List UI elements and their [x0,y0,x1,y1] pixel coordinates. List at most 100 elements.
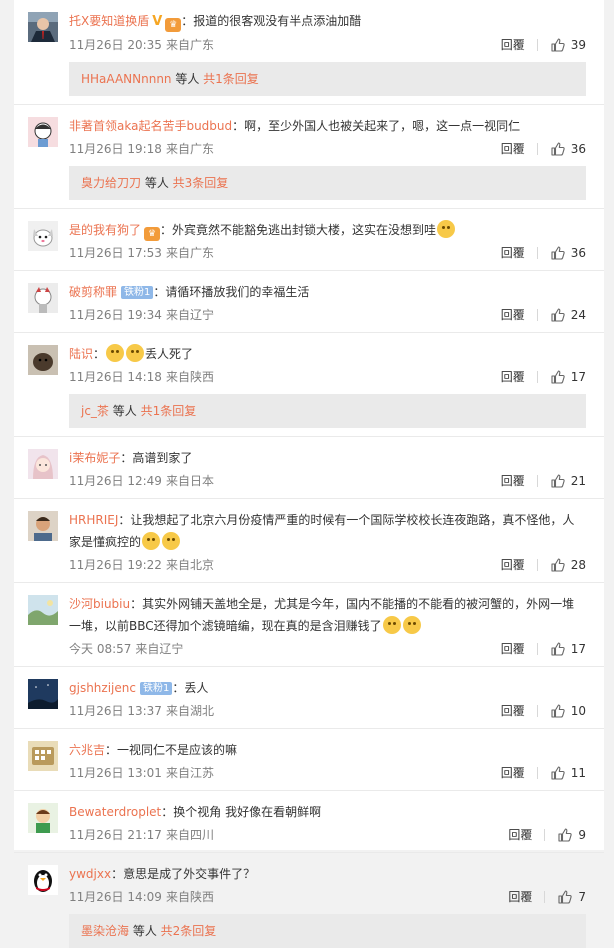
avatar[interactable] [28,345,58,375]
comment-time: 11月26日 21:17 [69,828,162,842]
comment-list: 托X要知道换盾 V ♛ ：报道的很客观没有半点添油加醋 11月26日 20:35 来自广东… [14,0,604,948]
comment-username[interactable]: 沙河biubiu [69,597,130,611]
comment-text: i茉布妮子：高谱到家了 [69,447,586,469]
comment-username[interactable]: 托X要知道换盾 [69,14,149,28]
like-button[interactable]: 24 [550,304,586,326]
avatar[interactable] [28,679,58,709]
action-divider [536,475,538,487]
comment-username[interactable]: Bewaterdroplet [69,805,161,819]
comment-source: 来自日本 [165,474,214,488]
reply-button[interactable]: 回覆 [508,824,532,846]
avatar[interactable] [28,449,58,479]
emoji-icon [402,616,421,634]
thumbs-up-icon [550,141,571,157]
like-button[interactable]: 36 [550,242,586,264]
comment-actions: 回覆 17 [501,366,586,388]
avatar[interactable] [28,865,58,895]
comment-username[interactable]: 破剪称罪 [69,285,117,299]
comment-content: ：啊，至少外国人也被关起来了，嗯，这一点一视同仁 [232,119,521,133]
reply-button[interactable]: 回覆 [501,762,525,784]
avatar[interactable] [28,803,58,833]
comment-meta: 11月26日 19:18 来自广东 回覆 36 [69,138,586,166]
avatar[interactable] [28,12,58,42]
replies-summary[interactable]: HHaAANNnnnn 等人 共1条回复 [69,62,586,96]
like-button[interactable]: 17 [550,638,586,660]
like-button[interactable]: 21 [550,470,586,492]
comment-content: ：请循环播放我们的幸福生活 [153,285,310,299]
like-button[interactable]: 17 [550,366,586,388]
reply-count-link[interactable]: 共3条回复 [173,176,229,190]
emoji-icon [162,532,181,550]
reply-count-link[interactable]: 共1条回复 [141,404,197,418]
thumbs-up-icon [550,765,571,781]
reply-button[interactable]: 回覆 [501,700,525,722]
action-divider [544,891,546,903]
comment-time: 11月26日 13:37 [69,704,162,718]
reply-button[interactable]: 回覆 [501,366,525,388]
replies-summary[interactable]: jc_茶 等人 共1条回复 [69,394,586,428]
reply-count-link[interactable]: 共1条回复 [203,72,259,86]
comment-username[interactable]: i茉布妮子 [69,451,120,465]
comment-meta: 11月26日 17:53 来自广东 回覆 36 [69,242,586,270]
avatar[interactable] [28,595,58,625]
action-divider [536,643,538,655]
replies-summary[interactable]: 墨染沧海 等人 共2条回复 [69,914,586,948]
reply-button[interactable]: 回覆 [508,886,532,908]
comment-source: 来自广东 [165,246,214,260]
action-divider [536,559,538,571]
emoji-icon [437,220,456,238]
comment-item: 托X要知道换盾 V ♛ ：报道的很客观没有半点添油加醋 11月26日 20:35 来自广东… [14,0,604,105]
comment-source: 来自广东 [165,142,214,156]
reply-username[interactable]: 臭力给刀刀 [81,176,141,190]
comment-username[interactable]: 是的我有狗了 [69,223,141,237]
reply-username[interactable]: 墨染沧海 [81,924,129,938]
avatar[interactable] [28,221,58,251]
comment-item: 是的我有狗了 ♛ ：外宾竟然不能豁免逃出封锁大楼，这实在没想到哇 11月26日 17:… [14,209,604,271]
thumbs-up-icon [550,245,571,261]
like-button[interactable]: 28 [550,554,586,576]
reply-button[interactable]: 回覆 [501,138,525,160]
like-count: 11 [570,766,586,780]
comment-text: 是的我有狗了 ♛ ：外宾竟然不能豁免逃出封锁大楼，这实在没想到哇 [69,219,586,241]
action-divider [536,143,538,155]
comment-username[interactable]: 六兆吉 [69,743,105,757]
like-button[interactable]: 7 [557,886,586,908]
reply-count-link[interactable]: 共2条回复 [161,924,217,938]
comment-username[interactable]: 陆识 [69,347,93,361]
vip-badge-icon: ♛ [165,18,182,32]
reply-username[interactable]: jc_茶 [81,404,109,418]
comment-time: 11月26日 14:09 [69,890,162,904]
like-count: 9 [578,828,586,842]
like-count: 36 [570,142,586,156]
reply-username[interactable]: HHaAANNnnnn [81,72,172,86]
like-count: 24 [570,308,586,322]
comment-meta: 11月26日 13:01 来自江苏 回覆 11 [69,762,586,790]
replies-summary[interactable]: 臭力给刀刀 等人 共3条回复 [69,166,586,200]
avatar[interactable] [28,741,58,771]
like-button[interactable]: 11 [550,762,586,784]
avatar[interactable] [28,283,58,313]
reply-button[interactable]: 回覆 [501,638,525,660]
comment-username[interactable]: HRHRIEJ [69,513,118,527]
comment-username[interactable]: gjshhzijenc [69,681,136,695]
reply-button[interactable]: 回覆 [501,304,525,326]
reply-button[interactable]: 回覆 [501,242,525,264]
reply-button[interactable]: 回覆 [501,34,525,56]
reply-mid-text: 等人 [141,176,173,190]
avatar[interactable] [28,117,58,147]
comment-text: ywdjxx：意思是成了外交事件了？ [69,863,586,885]
comment-time: 今天 08:57 [69,642,132,656]
comment-username[interactable]: 非著首领aka起名苦手budbud [69,119,232,133]
reply-button[interactable]: 回覆 [501,554,525,576]
fan-level-badge: 铁粉1 [139,682,173,695]
avatar[interactable] [28,511,58,541]
reply-button[interactable]: 回覆 [501,470,525,492]
like-button[interactable]: 36 [550,138,586,160]
like-button[interactable]: 10 [550,700,586,722]
comment-content: ：外宾竟然不能豁免逃出封锁大楼，这实在没想到哇 [160,223,437,237]
comment-actions: 回覆 9 [508,824,586,846]
like-button[interactable]: 39 [550,34,586,56]
comment-username[interactable]: ywdjxx [69,867,111,881]
comment-source: 来自辽宁 [135,642,184,656]
like-button[interactable]: 9 [557,824,586,846]
